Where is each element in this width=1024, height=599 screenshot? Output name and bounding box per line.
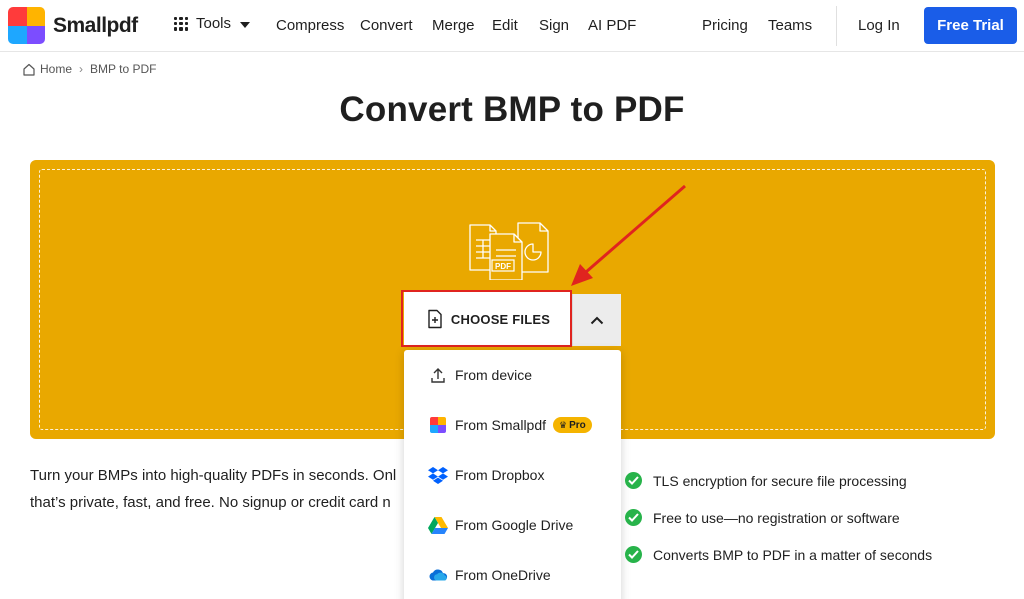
google-drive-icon	[428, 515, 448, 535]
home-icon	[23, 63, 35, 76]
crown-icon: ♛	[559, 419, 568, 430]
breadcrumb: Home › BMP to PDF	[22, 62, 156, 76]
nav-compress[interactable]: Compress	[276, 17, 344, 34]
upload-icon	[428, 365, 448, 385]
choose-files-label: CHOOSE FILES	[450, 311, 551, 327]
caret-down-icon	[240, 21, 251, 28]
menu-item-from-smallpdf[interactable]: From Smallpdf ♛ Pro	[404, 400, 621, 450]
menu-item-label: From Google Drive	[455, 517, 574, 533]
menu-item-from-onedrive[interactable]: From OneDrive	[404, 550, 621, 599]
menu-item-from-dropbox[interactable]: From Dropbox	[404, 450, 621, 500]
nav-merge[interactable]: Merge	[432, 17, 475, 34]
check-circle-icon	[625, 546, 642, 563]
brand-name: Smallpdf	[53, 13, 138, 37]
description-line-1: Turn your BMPs into high-quality PDFs in…	[30, 467, 397, 484]
documents-illustration-icon: PDF	[469, 222, 549, 280]
nav-pricing[interactable]: Pricing	[702, 17, 748, 34]
description-line-2: that’s private, fast, and free. No signu…	[30, 494, 391, 511]
apps-grid-icon	[174, 16, 188, 31]
check-circle-icon	[625, 509, 642, 526]
nav-convert[interactable]: Convert	[360, 17, 413, 34]
page-title: Convert BMP to PDF	[339, 90, 685, 129]
pro-badge: ♛ Pro	[553, 417, 592, 433]
feature-item: Free to use—no registration or software	[625, 499, 932, 536]
menu-item-from-device[interactable]: From device	[404, 350, 621, 400]
pdf-badge-text: PDF	[495, 262, 511, 271]
nav-ai-pdf[interactable]: AI PDF	[588, 17, 636, 34]
smallpdf-logo-icon	[428, 415, 448, 435]
free-trial-button[interactable]: Free Trial	[924, 7, 1017, 44]
feature-label: Free to use—no registration or software	[653, 509, 900, 526]
check-circle-icon	[625, 472, 642, 489]
feature-label: TLS encryption for secure file processin…	[653, 472, 907, 489]
breadcrumb-separator: ›	[79, 62, 84, 76]
page-description: Turn your BMPs into high-quality PDFs in…	[30, 462, 420, 516]
feature-label: Converts BMP to PDF in a matter of secon…	[653, 546, 933, 563]
upload-options-toggle[interactable]	[572, 294, 621, 346]
tools-menu-button[interactable]: Tools	[174, 15, 251, 32]
onedrive-icon	[428, 565, 448, 585]
login-link[interactable]: Log In	[858, 17, 900, 34]
smallpdf-logo[interactable]: Smallpdf	[8, 7, 138, 44]
chevron-up-icon	[590, 316, 604, 324]
smallpdf-logo-icon	[8, 7, 45, 44]
nav-teams[interactable]: Teams	[768, 17, 812, 34]
dropbox-icon	[428, 465, 448, 485]
add-file-icon	[428, 309, 442, 329]
menu-item-label: From device	[455, 367, 533, 383]
menu-item-from-google-drive[interactable]: From Google Drive	[404, 500, 621, 550]
feature-list: TLS encryption for secure file processin…	[625, 462, 932, 573]
breadcrumb-home[interactable]: Home	[40, 62, 72, 76]
nav-sign[interactable]: Sign	[539, 17, 569, 34]
choose-files-button[interactable]: CHOOSE FILES	[404, 292, 572, 346]
top-nav-bar: Smallpdf Tools Compress Convert Merge Ed…	[0, 0, 1024, 52]
pro-badge-label: Pro	[569, 419, 586, 431]
nav-edit[interactable]: Edit	[492, 17, 518, 34]
feature-item: Converts BMP to PDF in a matter of secon…	[625, 536, 932, 573]
menu-item-label: From Smallpdf	[455, 417, 547, 433]
feature-item: TLS encryption for secure file processin…	[625, 462, 932, 499]
menu-item-label: From Dropbox	[455, 467, 545, 483]
breadcrumb-current: BMP to PDF	[90, 62, 157, 76]
menu-item-label: From OneDrive	[455, 567, 551, 583]
upload-source-menu: From device From Smallpdf ♛ Pro From Dro…	[404, 350, 621, 599]
nav-divider	[836, 6, 837, 46]
tools-label: Tools	[196, 15, 232, 32]
